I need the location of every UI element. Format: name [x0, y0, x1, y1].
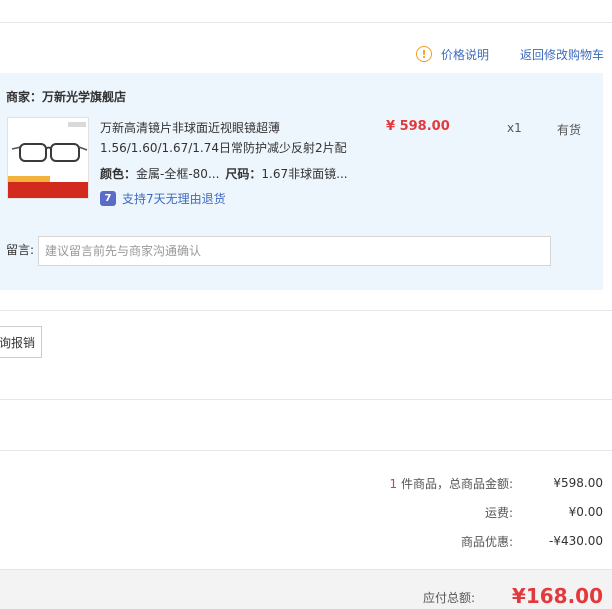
discount-value: -¥430.00	[549, 534, 603, 548]
top-links: ! 价格说明 返回修改购物车	[415, 44, 604, 64]
size-value: 1.67非球面镜...	[261, 167, 348, 181]
exclamation-circle-icon: !	[415, 46, 432, 62]
return-policy-label: 支持7天无理由退货	[122, 192, 226, 206]
stock-status: 有货	[557, 123, 582, 137]
invoice-button[interactable]: 询报销	[0, 326, 42, 358]
item-count-suffix: 件商品，总商品金额:	[397, 476, 513, 491]
goods-total-label: 1 件商品，总商品金额:	[333, 475, 514, 492]
seller-note-input[interactable]	[38, 236, 551, 266]
price-note-label: 价格说明	[440, 47, 489, 62]
goods-total-value: ¥598.00	[553, 476, 603, 490]
discount-label: 商品优惠:	[460, 534, 513, 549]
section-divider	[0, 450, 612, 451]
note-label: 留言:	[6, 243, 35, 257]
price-note-link[interactable]: ! 价格说明	[415, 46, 489, 63]
item-count: 1	[389, 476, 398, 491]
section-divider	[0, 399, 612, 400]
back-to-cart-link[interactable]: 返回修改购物车	[520, 46, 604, 63]
product-specs: 颜色：金属-全框-80... 尺码：1.67非球面镜...	[100, 165, 348, 182]
top-divider	[0, 22, 612, 23]
product-thumbnail[interactable]	[7, 117, 89, 199]
shipping-value: ¥0.00	[568, 505, 603, 519]
product-title-line-2: 1.56/1.60/1.67/1.74日常防护减少反射2片配	[100, 141, 347, 155]
shipping-row: 运费: ¥0.00	[333, 503, 603, 521]
shop-order-block: 商家：万新光学旗舰店 万新高清镜片非球面近视眼镜超薄 1.56/1.60/1.6…	[0, 73, 603, 290]
discount-row: 商品优惠: -¥430.00	[333, 532, 603, 550]
shop-name: 商家：万新光学旗舰店	[6, 90, 127, 104]
total-label: 应付总额:	[422, 591, 475, 605]
return-policy-link[interactable]: 7 支持7天无理由退货	[100, 190, 226, 207]
size-label: 尺码：	[225, 167, 262, 181]
goods-total-row: 1 件商品，总商品金额: ¥598.00	[333, 474, 604, 492]
product-price: ¥ 598.00	[386, 119, 450, 134]
shipping-label: 运费:	[484, 505, 513, 520]
product-quantity: x1	[507, 121, 522, 135]
section-divider	[0, 310, 612, 311]
color-label: 颜色：	[100, 167, 137, 181]
color-value: 金属-全框-80...	[136, 167, 220, 181]
product-title-line-1: 万新高清镜片非球面近视眼镜超薄	[100, 121, 281, 135]
seven-day-return-icon: 7	[100, 191, 116, 206]
promo-banner	[8, 182, 88, 198]
product-title[interactable]: 万新高清镜片非球面近视眼镜超薄 1.56/1.60/1.67/1.74日常防护减…	[100, 118, 350, 158]
total-bar: 应付总额: ¥168.00	[0, 569, 612, 609]
total-value: ¥168.00	[511, 584, 603, 608]
